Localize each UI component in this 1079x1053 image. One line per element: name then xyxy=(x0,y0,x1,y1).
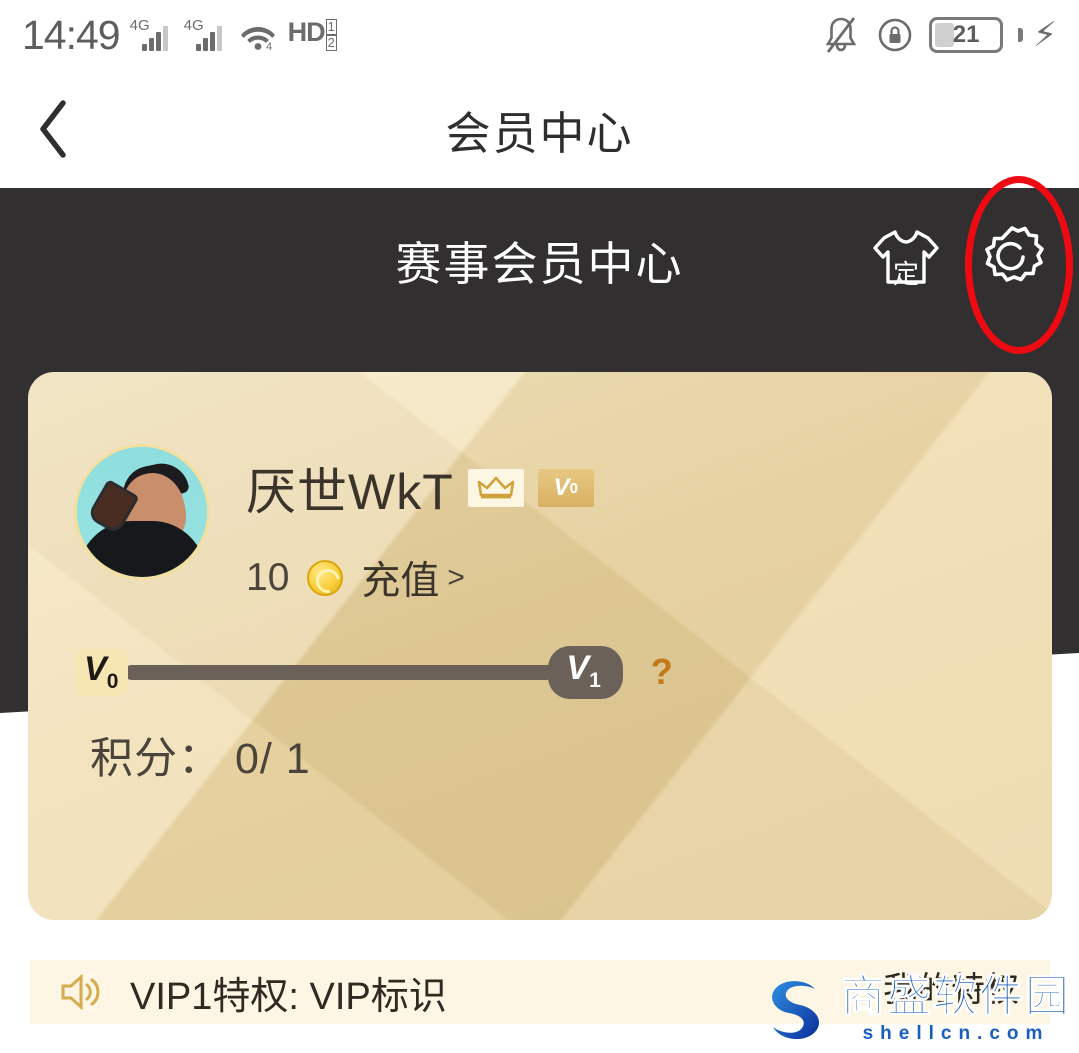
rotation-lock-icon xyxy=(875,15,915,55)
hd-sim-slots: 1 2 xyxy=(325,19,337,51)
level-end-number: 1 xyxy=(589,668,601,692)
recharge-link[interactable]: 充值 > xyxy=(361,550,465,606)
header-actions: 定 xyxy=(867,218,1051,296)
coin-row: 10 充值 > xyxy=(246,550,594,606)
phone-screen: 14:49 4G 4G 4 HD 1 2 21 ⚡ 会员中心 赛事会员中心 定 … xyxy=(0,0,1079,1053)
user-profile: 厌世WkT V0 10 充值 > xyxy=(74,444,594,606)
battery-level-text: 21 xyxy=(952,21,980,48)
watermark-title: 商盛软件园 xyxy=(841,972,1071,1021)
site-watermark: 商盛软件园 shellcn.com xyxy=(757,973,1071,1047)
level-start-badge: V0 xyxy=(76,648,129,697)
chevron-right-icon: > xyxy=(447,561,465,594)
profile-info: 厌世WkT V0 10 充值 > xyxy=(246,444,594,606)
chevron-left-icon xyxy=(40,100,66,158)
battery-icon: 21 xyxy=(929,17,1004,53)
signal-icon-sim1: 4G xyxy=(130,17,174,51)
level-start-letter: V xyxy=(84,649,107,688)
status-clock: 14:49 xyxy=(22,11,121,58)
bell-muted-icon xyxy=(821,14,861,56)
charging-bolt-icon: ⚡ xyxy=(1033,16,1057,54)
privilege-text: VIP1特权: VIP标识 xyxy=(130,975,447,1018)
wifi-icon: 4 xyxy=(238,18,278,52)
vip-level-badge: V0 xyxy=(537,469,594,507)
status-bar: 14:49 4G 4G 4 HD 1 2 21 ⚡ xyxy=(0,0,1079,70)
level-progress: V0 V1 ? xyxy=(76,646,1012,699)
vip-member-card: 厌世WkT V0 10 充值 > V0 V1 ? 积分： 0/ 1 xyxy=(28,372,1052,920)
settings-button[interactable] xyxy=(973,218,1051,296)
gold-coin-icon xyxy=(307,560,344,596)
signal-bars-sim2 xyxy=(195,26,222,51)
crown-icon xyxy=(477,476,515,499)
speaker-icon xyxy=(56,968,104,1016)
crown-badge xyxy=(467,469,524,507)
level-end-letter: V xyxy=(566,649,590,687)
points-label: 积分： xyxy=(90,735,222,783)
back-button[interactable] xyxy=(0,70,110,188)
level-end-badge: V1 xyxy=(548,646,623,699)
speaker-glyph xyxy=(61,973,100,1011)
level-start-number: 0 xyxy=(106,669,119,693)
svg-text:4: 4 xyxy=(266,41,272,52)
vip-badge-level: 0 xyxy=(569,479,578,497)
shellcn-s-logo xyxy=(772,981,820,1040)
progress-track[interactable] xyxy=(124,664,555,680)
signal-icon-sim2: 4G xyxy=(184,17,228,51)
hd-slot-1: 1 xyxy=(325,19,337,35)
status-bar-left: 14:49 4G 4G 4 HD 1 2 xyxy=(22,12,337,59)
status-bar-right: 21 ⚡ xyxy=(821,14,1057,56)
vip-badge-letter: V xyxy=(553,474,570,501)
watermark-subtitle: shellcn.com xyxy=(862,1023,1050,1044)
tshirt-custom-button[interactable]: 定 xyxy=(867,218,945,296)
battery-cap xyxy=(1018,28,1024,42)
signal-bars-sim1 xyxy=(141,26,168,51)
hd-slot-2: 2 xyxy=(325,35,337,51)
tshirt-label: 定 xyxy=(892,259,920,289)
user-name: 厌世WkT xyxy=(246,464,454,520)
coin-count: 10 xyxy=(246,556,290,599)
hd-label: HD xyxy=(287,17,326,48)
points-value: 0/ 1 xyxy=(234,735,311,783)
name-row: 厌世WkT V0 xyxy=(246,452,594,524)
avatar[interactable] xyxy=(74,444,210,580)
page-title: 会员中心 xyxy=(445,107,634,159)
points-row: 积分： 0/ 1 xyxy=(90,724,311,786)
question-mark-icon[interactable]: ? xyxy=(645,651,679,692)
hd-voice-icon: HD 1 2 xyxy=(287,17,337,51)
gear-icon xyxy=(985,226,1044,282)
recharge-label: 充值 xyxy=(361,560,440,603)
navigation-bar: 会员中心 xyxy=(0,70,1079,188)
watermark-text: 商盛软件园 shellcn.com xyxy=(841,972,1071,1045)
